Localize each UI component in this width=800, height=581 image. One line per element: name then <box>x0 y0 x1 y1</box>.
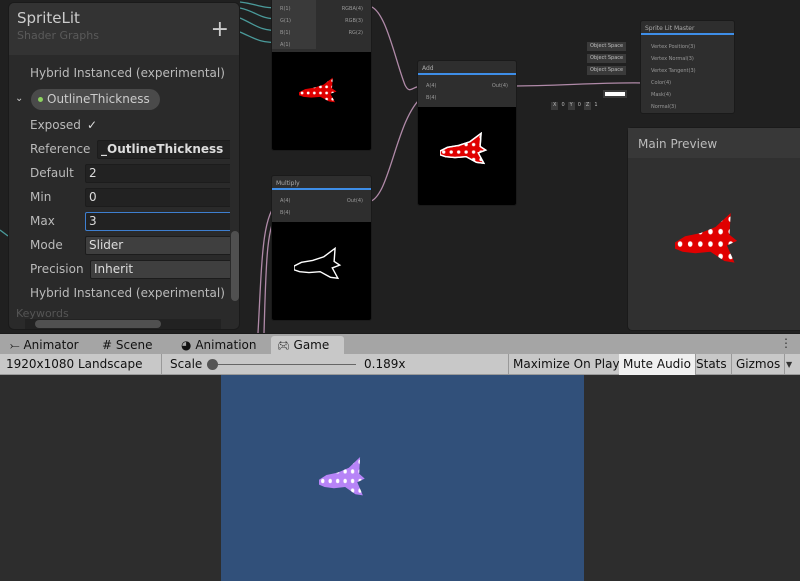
x-value[interactable]: 0 <box>561 102 564 110</box>
multiply-node[interactable]: Multiply A(4) B(4) Out(4) <box>271 175 372 321</box>
blackboard-title: SpriteLit <box>17 9 80 27</box>
tab-scene[interactable]: # Scene <box>96 336 158 355</box>
x-label: X <box>551 102 559 110</box>
port-vertex-normal[interactable]: Vertex Normal(3) <box>651 56 694 62</box>
tab-label: Game <box>293 338 330 352</box>
game-sprite <box>319 457 375 505</box>
main-preview-title: Main Preview <box>628 128 800 158</box>
game-screen <box>221 375 584 581</box>
max-field[interactable]: 3 <box>85 211 235 231</box>
scale-value: 0.189x <box>364 357 406 371</box>
node-preview <box>418 107 516 205</box>
scale-slider[interactable] <box>210 364 356 365</box>
property-pill[interactable]: OutlineThickness <box>31 89 160 110</box>
vertex-tangent-space[interactable]: Object Space <box>587 66 627 75</box>
tab-game[interactable]: 🎮︎ Game <box>271 336 344 355</box>
tab-label: Animation <box>195 338 257 352</box>
vertex-normal-space[interactable]: Object Space <box>587 54 627 63</box>
main-preview-panel[interactable]: Main Preview <box>627 127 800 331</box>
maximize-on-play-toggle[interactable]: Maximize On Play <box>508 354 625 375</box>
shader-graph-canvas[interactable]: SpriteLit Shader Graphs + Hybrid Instanc… <box>0 0 800 333</box>
reference-field[interactable]: _OutlineThickness <box>97 139 235 159</box>
chevron-down-icon[interactable]: ⌄ <box>15 93 23 104</box>
exposed-label: Exposed <box>30 118 81 132</box>
port-out[interactable]: Out(4) <box>492 83 508 89</box>
exposed-checkbox[interactable]: ✓ <box>87 118 97 132</box>
node-title: Multiply <box>272 176 371 190</box>
hybrid-instanced-label-2: Hybrid Instanced (experimental) <box>30 286 225 300</box>
tab-label: Scene <box>115 338 153 352</box>
port-color[interactable]: Color(4) <box>651 80 671 86</box>
port-g[interactable]: G(1) <box>280 18 291 24</box>
scale-label: Scale <box>170 357 203 371</box>
mode-dropdown[interactable]: Slider <box>85 235 235 255</box>
mode-label: Mode <box>30 238 63 252</box>
game-toolbar: 1920x1080 Landscape (1 ▼ Scale 0.189x Ma… <box>0 354 800 392</box>
max-label: Max <box>30 214 55 228</box>
blackboard-subtitle: Shader Graphs <box>17 29 99 42</box>
scrollbar-thumb[interactable] <box>231 231 239 301</box>
scale-slider-handle[interactable] <box>207 359 218 370</box>
precision-label: Precision <box>30 262 84 276</box>
node-title: Sprite Lit Master <box>641 21 734 35</box>
port-rg[interactable]: RG(2) <box>349 30 363 36</box>
y-label: Y <box>567 102 575 110</box>
hash-icon: # <box>102 338 113 352</box>
space-inputs: Object Space Object Space Object Space <box>587 42 645 78</box>
port-normal[interactable]: Normal(3) <box>651 104 676 110</box>
z-label: Z <box>583 102 592 110</box>
resolution-dropdown[interactable]: 1920x1080 Landscape (1 ▼ <box>2 354 162 392</box>
mute-audio-toggle[interactable]: Mute Audio <box>619 354 696 375</box>
gamepad-icon: 🎮︎ <box>277 341 290 352</box>
port-a[interactable]: A(4) <box>280 198 291 204</box>
blackboard-panel: SpriteLit Shader Graphs + Hybrid Instanc… <box>8 2 240 330</box>
port-b[interactable]: B(4) <box>280 210 291 216</box>
port-a[interactable]: A(1) <box>280 42 291 48</box>
min-field[interactable]: 0 <box>85 187 235 207</box>
default-field[interactable]: 2 <box>85 163 235 183</box>
port-mask[interactable]: Mask(4) <box>651 92 671 98</box>
port-vertex-position[interactable]: Vertex Position(3) <box>651 44 695 50</box>
horizontal-scrollbar[interactable] <box>25 319 221 329</box>
vertex-position-space[interactable]: Object Space <box>587 42 627 51</box>
game-view[interactable] <box>0 375 800 581</box>
mask-color-swatch[interactable] <box>603 90 627 98</box>
tab-label: Animator <box>23 338 79 352</box>
hybrid-instanced-label: Hybrid Instanced (experimental) <box>30 66 225 80</box>
port-out[interactable]: Out(4) <box>347 198 363 204</box>
precision-dropdown[interactable]: Inherit <box>90 259 235 279</box>
stats-toggle[interactable]: Stats <box>692 354 732 375</box>
port-r[interactable]: R(1) <box>280 6 291 12</box>
port-a[interactable]: A(4) <box>426 83 437 89</box>
gizmos-dropdown-icon[interactable]: ▼ <box>786 354 792 375</box>
node-preview <box>272 52 371 150</box>
animator-icon: ⤚ <box>10 338 20 352</box>
port-rgba[interactable]: RGBA(4) <box>342 6 363 12</box>
gizmos-toggle[interactable]: Gizmos <box>732 354 786 375</box>
add-property-button[interactable]: + <box>211 17 229 42</box>
node-title: Add <box>418 61 516 75</box>
reference-label: Reference <box>30 142 91 156</box>
y-value[interactable]: 0 <box>578 102 581 110</box>
clock-icon: ◕ <box>181 338 192 352</box>
node-preview <box>272 222 371 320</box>
min-label: Min <box>30 190 52 204</box>
normal-vector-input[interactable]: X0 Y0 Z1 <box>551 102 598 110</box>
z-value[interactable]: 1 <box>594 102 597 110</box>
split-node[interactable]: R(1) G(1) B(1) A(1) RGBA(4) RGB(3) RG(2) <box>271 0 372 151</box>
port-b[interactable]: B(4) <box>426 95 437 101</box>
tab-bar: ⤚ Animator # Scene ◕ Animation 🎮︎ Game ⋮ <box>0 333 800 355</box>
port-vertex-tangent[interactable]: Vertex Tangent(3) <box>651 68 696 74</box>
add-node[interactable]: Add A(4) B(4) Out(4) <box>417 60 517 206</box>
tab-animation[interactable]: ◕ Animation <box>175 336 263 355</box>
port-rgb[interactable]: RGB(3) <box>345 18 363 24</box>
sprite-lit-master-node[interactable]: Sprite Lit Master Vertex Position(3) Ver… <box>640 20 735 114</box>
default-label: Default <box>30 166 74 180</box>
port-b[interactable]: B(1) <box>280 30 291 36</box>
preview-sprite <box>675 213 751 275</box>
tab-animator[interactable]: ⤚ Animator <box>4 336 85 355</box>
more-options-icon[interactable]: ⋮ <box>780 336 792 350</box>
